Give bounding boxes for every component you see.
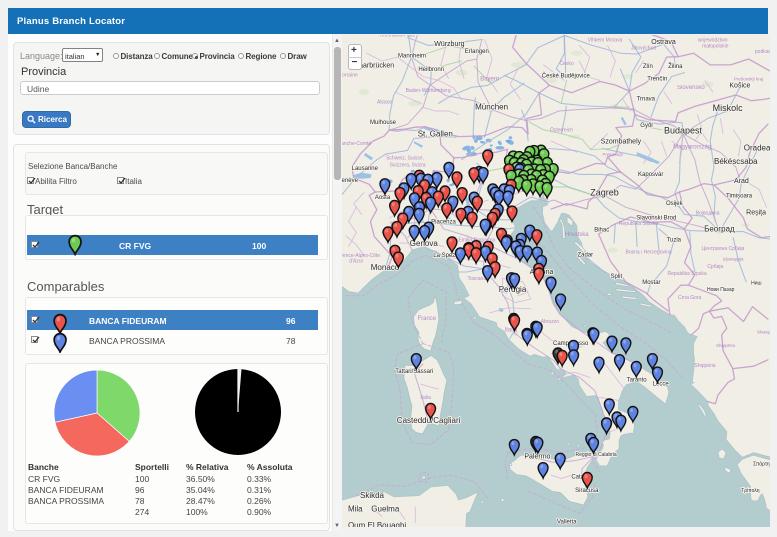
svg-text:Budapest: Budapest [664,126,703,136]
svg-text:Војводина: Војводина [696,210,720,216]
svg-text:Osijek: Osijek [666,201,684,207]
svg-text:Shqipëria: Shqipëria [694,363,715,369]
svg-text:Republika Srpska: Republika Srpska [619,221,658,227]
svg-text:województwo: województwo [698,37,728,43]
svg-text:Bosna i Hercegovina: Bosna i Hercegovina [626,250,672,256]
svg-text:Heilbronn: Heilbronn [418,67,444,73]
svg-text:Jihovýchod: Jihovýchod [631,45,656,51]
svg-text:Lorraine: Lorraine [342,73,358,79]
svg-text:St. Gallen: St. Gallen [418,130,453,139]
svg-text:Bayern: Bayern [480,76,499,82]
svg-text:Prekmurje: Prekmurje [602,152,623,157]
svg-text:Miskolc: Miskolc [713,103,744,113]
svg-text:Alsace: Alsace [377,99,392,105]
svg-text:Σπάρτη: Σπάρτη [753,461,770,468]
svg-text:Mulhouse: Mulhouse [370,120,397,126]
svg-text:Kaposvár: Kaposvár [638,172,663,178]
svg-text:Reșița: Reșița [746,209,766,216]
svg-text:Monaco: Monaco [371,263,400,272]
svg-text:Prešovský kraj: Prešovský kraj [734,76,763,81]
svg-text:München: München [475,103,508,112]
svg-text:Split: Split [610,274,622,280]
svg-text:Toscana: Toscana [467,276,486,282]
svg-text:Valletta: Valletta [557,520,577,526]
svg-text:Crna Gora: Crna Gora [678,295,702,301]
svg-text:małopolskie: małopolskie [702,44,729,50]
svg-text:Србија: Србија [707,264,723,270]
svg-text:České Budějovice: České Budějovice [542,73,591,80]
svg-text:Schweiz, Suisse,: Schweiz, Suisse, [386,156,424,162]
svg-text:Bihać: Bihać [594,228,609,234]
svg-text:Mila: Mila [348,505,363,514]
svg-text:Макед: Макед [757,329,770,334]
svg-text:Oradea: Oradea [744,143,770,152]
svg-text:Palermo: Palermo [524,454,550,461]
svg-text:Italia: Italia [420,395,431,401]
svg-text:Tattari/Sassari: Tattari/Sassari [395,369,433,375]
svg-text:Timișoara: Timișoara [726,193,753,199]
svg-text:Zlín: Zlín [643,64,653,70]
svg-text:Magyarország: Magyarország [673,145,711,151]
svg-text:Mostar: Mostar [642,280,660,286]
svg-text:Vlhkem Morava: Vlhkem Morava [588,37,623,43]
svg-text:Szombathely: Szombathely [601,139,642,146]
svg-text:Београд: Београд [704,225,735,234]
svg-text:Győr: Győr [640,123,653,129]
svg-text:Békéscsaba: Békéscsaba [714,157,758,166]
svg-text:Zadar: Zadar [577,253,593,259]
svg-text:Svizzera, Svizra: Svizzera, Svizra [390,162,426,168]
svg-text:Košice: Košice [729,82,750,89]
svg-text:Arad: Arad [734,178,749,185]
svg-text:Republika Srpska: Republika Srpska [668,271,707,277]
svg-text:Guelma: Guelma [371,504,400,513]
svg-text:Trnava: Trnava [637,96,656,102]
svg-text:Česko: Česko [560,60,574,67]
svg-text:Skikda: Skikda [360,491,385,500]
svg-text:Нови Пазар: Нови Пазар [707,287,735,293]
svg-text:podkarpac: podkarpac [755,49,770,55]
svg-text:Reggio di Calabria: Reggio di Calabria [576,452,617,458]
svg-text:France: France [417,316,436,322]
svg-text:Zagreb: Zagreb [590,188,619,198]
svg-text:Würzburg: Würzburg [434,41,464,48]
svg-text:Lecce: Lecce [653,382,670,388]
svg-text:Franche-Comté: Franche-Comté [342,141,371,147]
svg-text:Lausanne: Lausanne [352,166,379,172]
svg-text:Tuzla: Tuzla [667,238,682,244]
svg-text:Ниш: Ниш [751,281,761,287]
svg-text:Piacenza: Piacenza [431,219,456,225]
svg-text:Trenčín: Trenčín [647,77,667,83]
svg-text:Erlangen: Erlangen [465,49,489,55]
svg-text:Τρίπολη: Τρίπολη [741,488,760,494]
svg-text:d'Azur: d'Azur [349,259,363,265]
svg-text:Taranto: Taranto [627,378,648,384]
svg-text:Rheinland-Pfalz: Rheinland-Pfalz [380,35,416,39]
svg-text:Slovensko: Slovensko [677,85,705,91]
svg-text:Oum El Bouaghi: Oum El Bouaghi [348,521,406,527]
svg-text:Aosta: Aosta [375,195,391,201]
svg-text:Shqipëria: Shqipëria [716,343,736,348]
svg-text:Österreich: Österreich [550,127,573,134]
svg-text:Централна Србија: Централна Србија [702,246,745,252]
svg-text:Hrvatska: Hrvatska [565,232,589,238]
svg-text:Шумадија: Шумадија [723,257,744,262]
svg-text:Žilina: Žilina [668,62,683,70]
svg-text:Casteddu/Cagliari: Casteddu/Cagliari [397,416,461,425]
svg-text:Mannheim: Mannheim [398,54,426,60]
svg-text:Genève: Genève [342,178,359,184]
svg-text:Baden-Württemberg: Baden-Württemberg [406,88,451,94]
svg-text:Abruzzo: Abruzzo [541,319,560,325]
